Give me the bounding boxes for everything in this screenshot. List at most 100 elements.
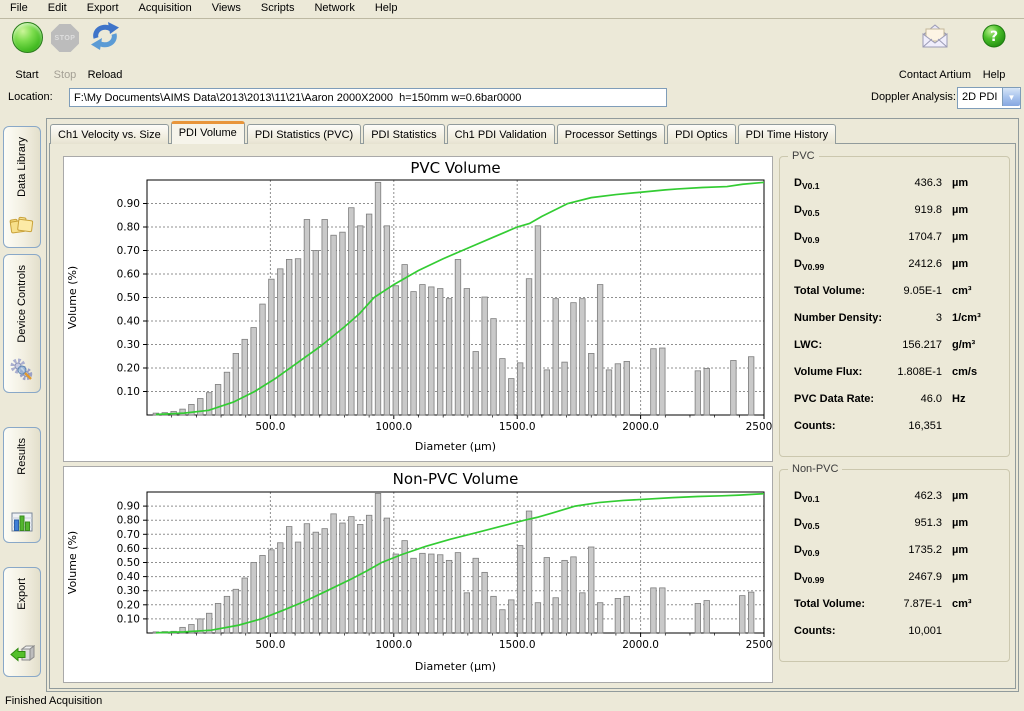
tab-pdi-statistics-pvc-[interactable]: PDI Statistics (PVC) <box>247 124 361 144</box>
stat-row: DV0.5 951.3 µm <box>780 511 1009 538</box>
menu-bar: FileEditExportAcquisitionViewsScriptsNet… <box>0 0 1024 19</box>
stat-label: DV0.99 <box>794 258 824 270</box>
stat-value: 1.808E-1 <box>876 366 942 378</box>
stat-row: Volume Flux:1.808E-1cm/s <box>780 360 1009 387</box>
svg-text:0.90: 0.90 <box>117 501 140 513</box>
contact-artium-label: Contact Artium <box>895 69 975 81</box>
svg-text:0.70: 0.70 <box>117 529 140 541</box>
stat-value: 462.3 <box>876 490 942 502</box>
envelope-icon <box>895 19 975 53</box>
contact-artium-button[interactable]: Contact Artium <box>895 19 975 81</box>
stat-unit: g/m³ <box>952 339 975 351</box>
help-label: Help <box>974 69 1014 81</box>
stat-label: Number Density: <box>794 312 882 324</box>
chevron-down-icon[interactable]: ▼ <box>1002 88 1020 106</box>
stat-value: 919.8 <box>876 204 942 216</box>
tab-ch1-velocity-vs-size[interactable]: Ch1 Velocity vs. Size <box>50 124 169 144</box>
svg-text:0.50: 0.50 <box>117 292 140 304</box>
sidebar-item-results[interactable]: Results <box>3 427 41 543</box>
export-label: Export <box>16 578 28 610</box>
menu-item-export[interactable]: Export <box>77 0 129 17</box>
stop-label: Stop <box>47 69 83 81</box>
menu-item-help[interactable]: Help <box>365 0 408 17</box>
help-button[interactable]: ? Help <box>974 19 1014 81</box>
stat-value: 436.3 <box>876 177 942 189</box>
stat-row: DV0.91735.2µm <box>780 538 1009 565</box>
svg-text:0.80: 0.80 <box>117 222 140 234</box>
toolbar: Start STOP Stop Reload <box>0 19 1024 83</box>
svg-text:0.60: 0.60 <box>117 269 140 281</box>
sidebar-item-data-library[interactable]: Data Library <box>3 126 41 248</box>
pvc-volume-chart: 0.100.200.300.400.500.600.700.800.90500.… <box>63 156 773 462</box>
stat-label: Volume Flux: <box>794 366 862 378</box>
stat-value: 9.05E-1 <box>876 285 942 297</box>
tab-processor-settings[interactable]: Processor Settings <box>557 124 665 144</box>
doppler-analysis-dropdown[interactable]: 2D PDI ▼ <box>957 87 1021 109</box>
svg-text:PVC Volume: PVC Volume <box>410 159 500 177</box>
pvc-stats-panel: PVC DV0.1436.3µmDV0.5919.8µmDV0.91704.7µ… <box>779 156 1010 457</box>
svg-text:0.80: 0.80 <box>117 515 140 527</box>
svg-text:2500.0: 2500.0 <box>746 421 772 433</box>
stat-label: DV0.5 <box>794 204 819 216</box>
stat-row: DV0.91704.7µm <box>780 225 1009 252</box>
doppler-analysis-value: 2D PDI <box>962 91 997 103</box>
stat-row: Total Volume:7.87E-1cm³ <box>780 592 1009 619</box>
location-bar: Location: Doppler Analysis: 2D PDI ▼ <box>0 86 1024 112</box>
stat-value: 156.217 <box>876 339 942 351</box>
results-label: Results <box>16 438 28 475</box>
status-text: Finished Acquisition <box>5 695 102 707</box>
menu-item-edit[interactable]: Edit <box>38 0 77 17</box>
svg-text:500.0: 500.0 <box>255 421 285 433</box>
start-button[interactable]: Start <box>5 19 49 81</box>
sidebar-item-device-controls[interactable]: Device Controls <box>3 254 41 393</box>
tab-pdi-volume[interactable]: PDI Volume <box>171 121 245 144</box>
menu-item-file[interactable]: File <box>0 0 38 17</box>
folders-icon <box>9 215 35 240</box>
stat-value: 1704.7 <box>876 231 942 243</box>
stat-row: DV0.992467.9µm <box>780 565 1009 592</box>
tab-pdi-optics[interactable]: PDI Optics <box>667 124 736 144</box>
svg-text:1000.0: 1000.0 <box>375 421 412 433</box>
stat-row: LWC:156.217g/m³ <box>780 333 1009 360</box>
start-icon <box>12 22 43 53</box>
tab-pdi-time-history[interactable]: PDI Time History <box>738 124 837 144</box>
stat-label: DV0.9 <box>794 231 819 243</box>
main-content-panel: Ch1 Velocity vs. SizePDI VolumePDI Stati… <box>46 118 1019 692</box>
svg-text:0.20: 0.20 <box>117 363 140 375</box>
stat-label: Counts: <box>794 625 836 637</box>
location-input[interactable] <box>69 88 667 107</box>
menu-item-acquisition[interactable]: Acquisition <box>129 0 202 17</box>
tab-ch1-pdi-validation[interactable]: Ch1 PDI Validation <box>447 124 555 144</box>
tab-strip: Ch1 Velocity vs. SizePDI VolumePDI Stati… <box>50 121 838 143</box>
reload-button[interactable]: Reload <box>82 19 128 81</box>
menu-item-views[interactable]: Views <box>202 0 251 17</box>
stat-row: Total Volume:9.05E-1cm³ <box>780 279 1009 306</box>
menu-item-scripts[interactable]: Scripts <box>251 0 305 17</box>
stat-value: 2467.9 <box>876 571 942 583</box>
bar-chart-icon <box>11 512 33 535</box>
stat-value: 951.3 <box>876 517 942 529</box>
svg-text:Diameter (µm): Diameter (µm) <box>415 440 496 453</box>
stat-label: DV0.5 <box>794 517 819 529</box>
stat-unit: cm³ <box>952 598 972 610</box>
stat-value: 10,001 <box>876 625 942 637</box>
svg-text:0.90: 0.90 <box>117 198 140 210</box>
stat-row: DV0.1462.3µm <box>780 484 1009 511</box>
location-label: Location: <box>8 91 53 103</box>
svg-text:1500.0: 1500.0 <box>499 421 536 433</box>
nonpvc-stats-title: Non-PVC <box>788 463 842 475</box>
svg-text:1000.0: 1000.0 <box>375 639 412 651</box>
svg-text:1500.0: 1500.0 <box>499 639 536 651</box>
stat-label: Total Volume: <box>794 285 865 297</box>
tab-pdi-statistics[interactable]: PDI Statistics <box>363 124 444 144</box>
stat-unit: µm <box>952 177 968 189</box>
stat-value: 2412.6 <box>876 258 942 270</box>
sidebar-item-export[interactable]: Export <box>3 567 41 677</box>
svg-text:0.30: 0.30 <box>117 339 140 351</box>
stat-row: DV0.992412.6µm <box>780 252 1009 279</box>
stop-button: STOP Stop <box>47 19 83 81</box>
stat-label: DV0.1 <box>794 490 819 502</box>
menu-item-network[interactable]: Network <box>304 0 364 17</box>
svg-text:0.30: 0.30 <box>117 585 140 597</box>
stat-unit: µm <box>952 517 968 529</box>
